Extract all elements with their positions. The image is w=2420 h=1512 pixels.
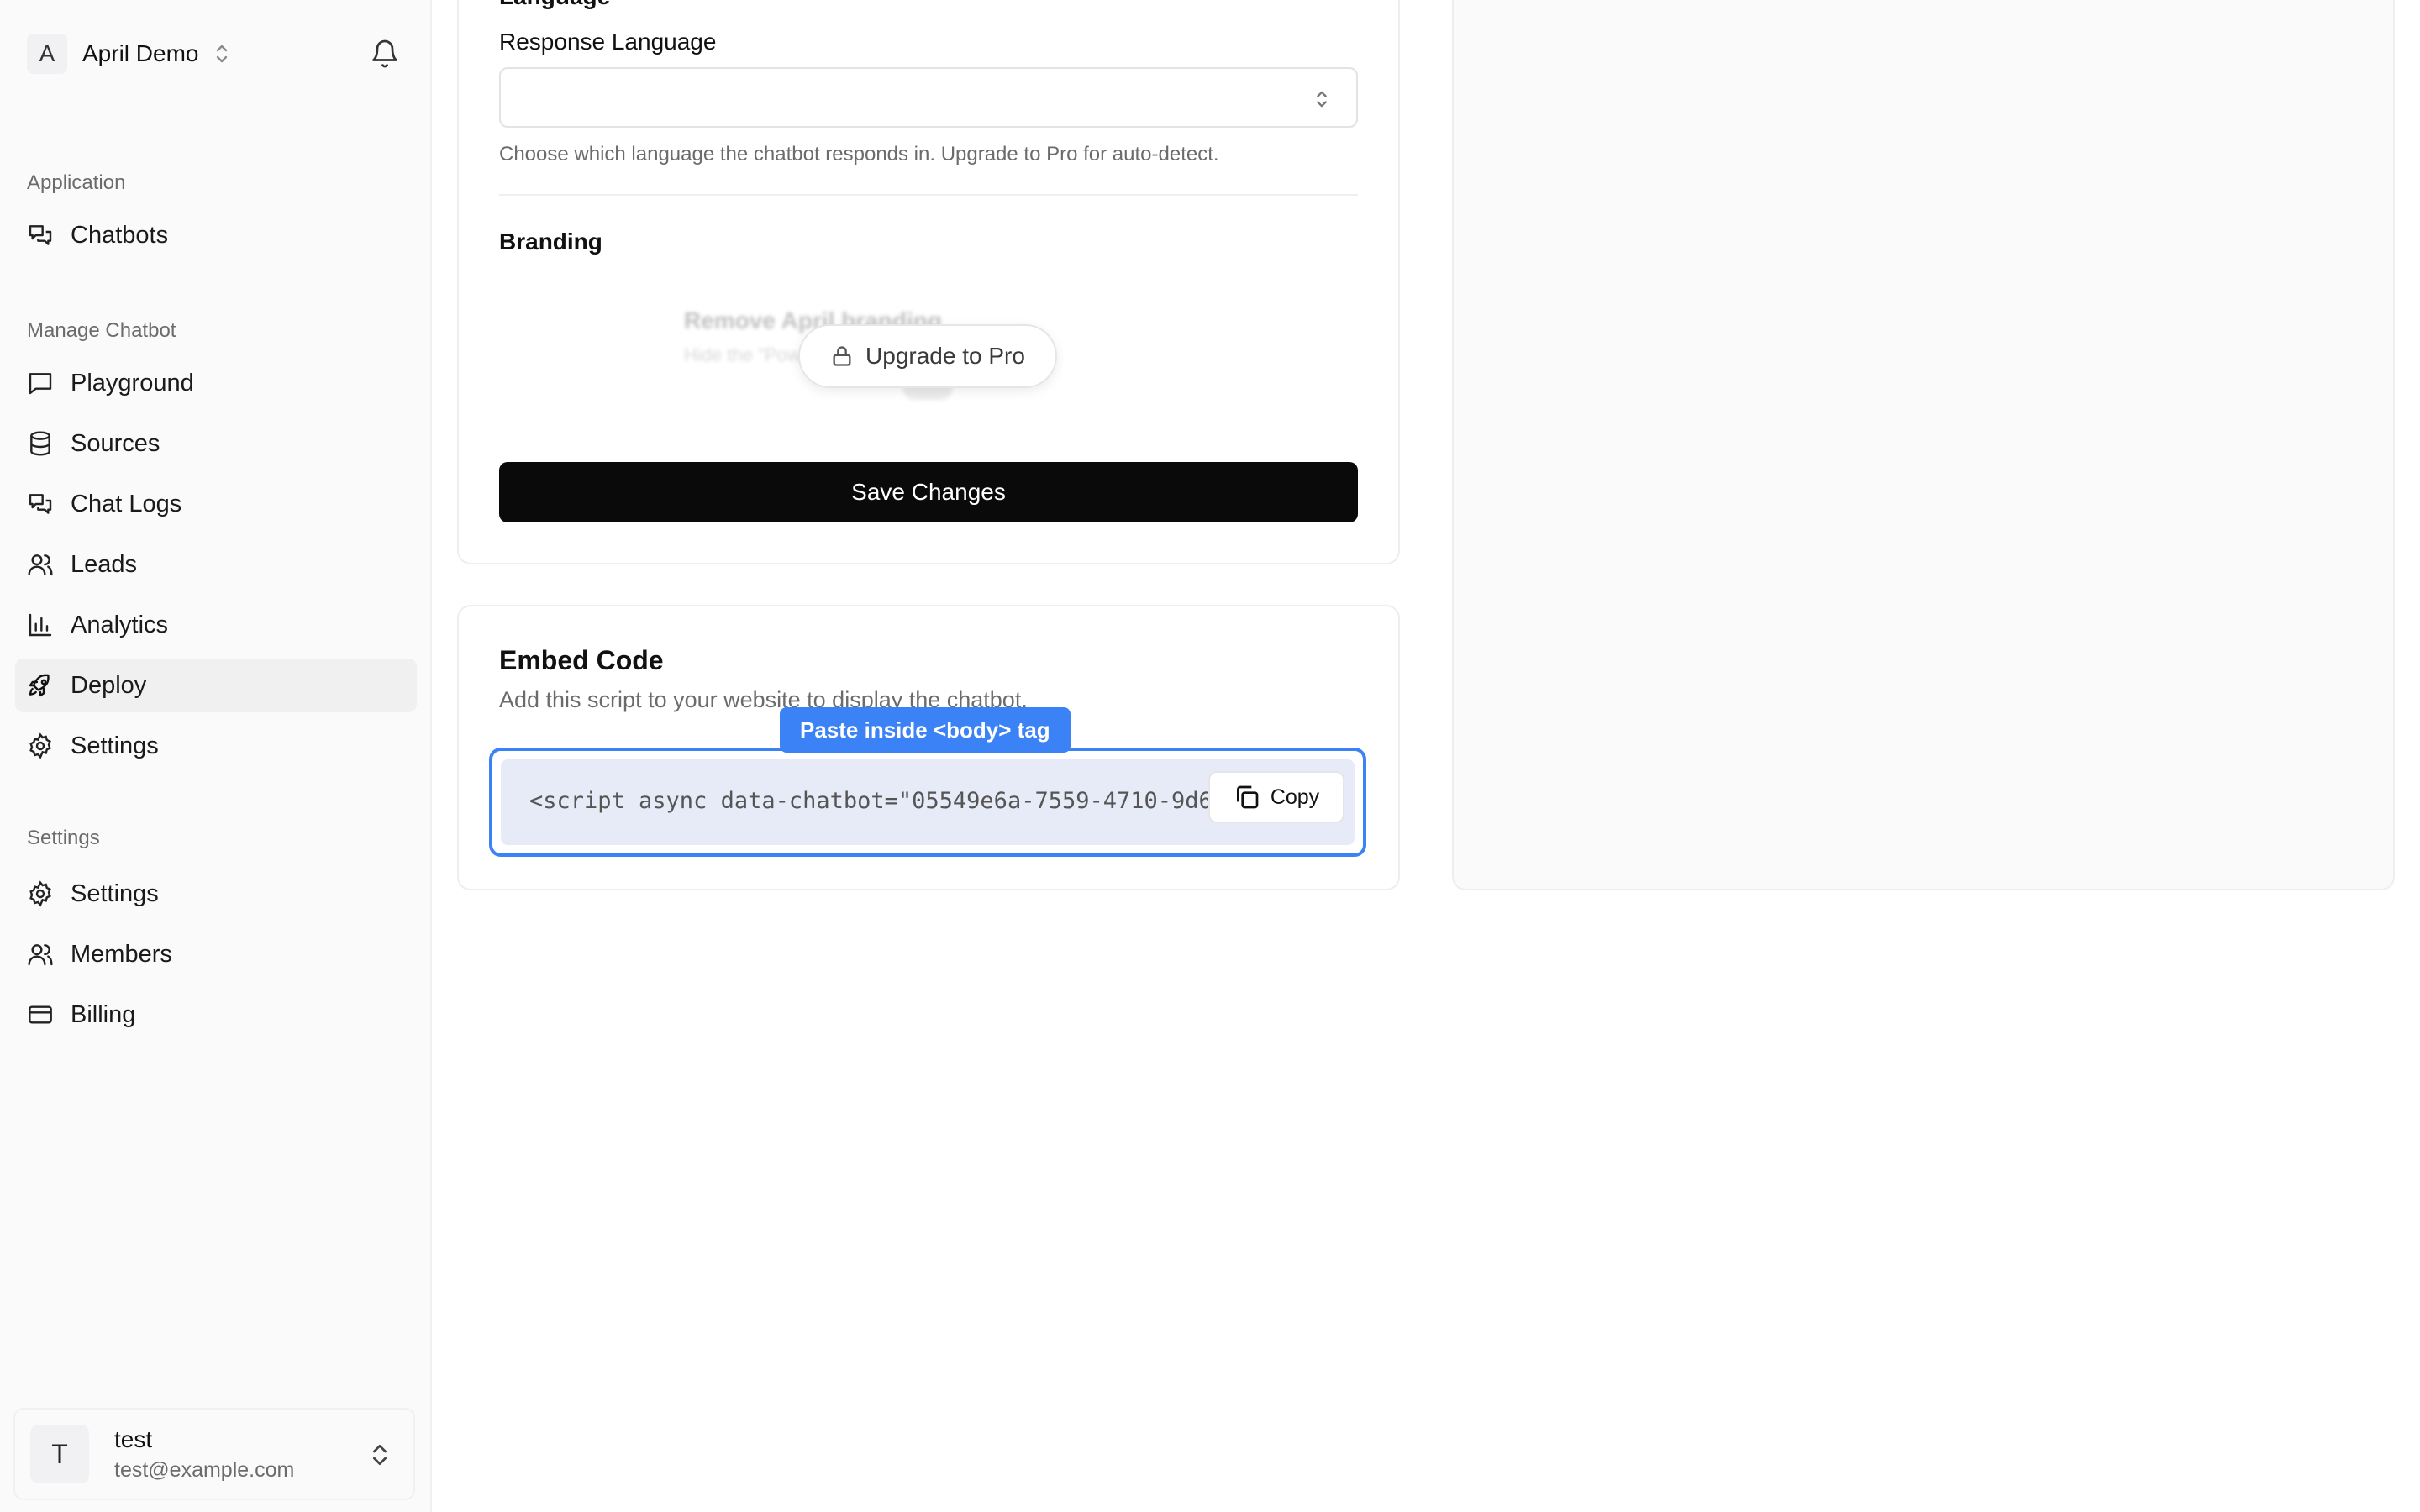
response-language-help: Choose which language the chatbot respon… — [499, 143, 1219, 165]
sidebar-item-label: Deploy — [71, 671, 147, 699]
sidebar-item-label: Chat Logs — [71, 490, 182, 517]
sidebar-item-label: Playground — [71, 369, 194, 396]
sidebar-item-label: Analytics — [71, 611, 169, 638]
sidebar-item-sources[interactable]: Sources — [15, 417, 417, 470]
sidebar-item-label: Members — [71, 940, 172, 968]
response-language-label: Response Language — [499, 29, 717, 55]
users-icon — [28, 554, 53, 576]
bell-icon[interactable] — [370, 39, 400, 69]
body-tag-hint-badge: Paste inside <body> tag — [780, 707, 1071, 753]
save-changes-button[interactable]: Save Changes — [499, 462, 1358, 522]
copy-label: Copy — [1270, 785, 1320, 809]
users-icon — [28, 944, 53, 966]
app-root: A April Demo Application Chatbots Manage… — [0, 0, 2420, 1512]
org-avatar: A — [27, 34, 67, 74]
nav-group-manage-chatbot: Manage Chatbot — [27, 319, 176, 342]
org-switcher[interactable]: A April Demo — [27, 34, 230, 74]
copy-icon — [1236, 785, 1259, 809]
nav-group-application: Application — [27, 171, 126, 194]
lock-icon — [833, 346, 851, 366]
sidebar-item-label: Settings — [71, 732, 159, 759]
sidebar: A April Demo Application Chatbots Manage… — [0, 0, 432, 1512]
user-name: test — [114, 1425, 153, 1452]
credit-card-icon — [29, 1005, 52, 1024]
sidebar-item-chatbot-settings[interactable]: Settings — [15, 719, 417, 773]
chat-bubbles-icon — [29, 494, 52, 514]
sidebar-item-deploy[interactable]: Deploy — [15, 659, 417, 712]
sidebar-item-label: Chatbots — [71, 221, 169, 249]
response-language-select[interactable] — [499, 67, 1358, 128]
sidebar-item-label: Settings — [71, 879, 159, 907]
message-square-icon — [29, 373, 52, 395]
chevron-up-down-icon — [1317, 91, 1327, 108]
bar-chart-icon — [29, 613, 52, 637]
user-menu[interactable]: T test test@example.com — [13, 1408, 415, 1500]
language-section-title: Language — [499, 0, 610, 10]
sidebar-item-members[interactable]: Members — [15, 927, 417, 981]
section-divider — [499, 194, 1358, 196]
sidebar-item-leads[interactable]: Leads — [15, 538, 417, 591]
chevron-up-down-icon — [373, 1445, 387, 1465]
copy-button[interactable]: Copy — [1208, 771, 1344, 823]
sidebar-item-label: Leads — [71, 550, 138, 578]
embed-script-code[interactable]: <script async data-chatbot="05549e6a-755… — [529, 788, 1213, 814]
chevron-up-down-icon — [217, 45, 228, 63]
embed-code-title: Embed Code — [499, 645, 664, 675]
sidebar-item-label: Billing — [71, 1000, 136, 1028]
nav-group-settings: Settings — [27, 827, 100, 849]
sidebar-item-billing[interactable]: Billing — [15, 988, 417, 1042]
database-icon — [30, 431, 50, 456]
gear-icon — [29, 732, 51, 759]
sidebar-item-analytics[interactable]: Analytics — [15, 598, 417, 652]
rocket-icon — [29, 674, 50, 697]
sidebar-item-label: Sources — [71, 429, 160, 457]
user-avatar: T — [30, 1425, 89, 1483]
branding-title: Branding — [499, 228, 602, 255]
chat-bubbles-icon — [29, 225, 52, 245]
sidebar-item-settings[interactable]: Settings — [15, 867, 417, 921]
upgrade-label: Upgrade to Pro — [865, 343, 1025, 369]
gear-icon — [29, 880, 51, 907]
upgrade-to-pro-button[interactable]: Upgrade to Pro — [798, 324, 1057, 388]
user-email: test@example.com — [114, 1457, 295, 1482]
sidebar-item-chat-logs[interactable]: Chat Logs — [15, 477, 417, 531]
chat-widget-preview-panel — [1452, 0, 2395, 890]
sidebar-item-playground[interactable]: Playground — [15, 356, 417, 410]
org-name: April Demo — [82, 40, 199, 66]
sidebar-item-chatbots[interactable]: Chatbots — [15, 208, 417, 262]
